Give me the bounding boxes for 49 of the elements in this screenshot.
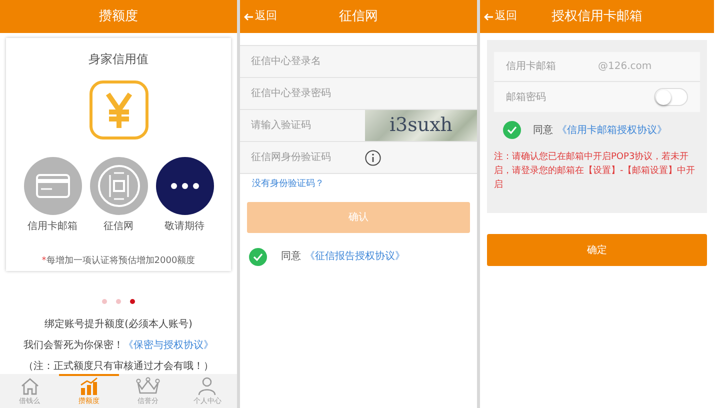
page-title: 征信网	[339, 8, 378, 26]
form-row[interactable]: 征信中心登录密码	[240, 77, 477, 109]
input-field[interactable]: 征信中心登录密码	[240, 78, 365, 109]
field-label: 信用卡邮箱	[506, 60, 557, 74]
notice-text: （注：正式额度只有审核通过才会有哦！）	[22, 360, 214, 374]
field-label: 邮箱密码	[506, 90, 546, 104]
bar-chart-icon	[78, 377, 99, 396]
person-icon	[197, 377, 218, 396]
agree-label: 同意	[281, 250, 301, 264]
back-arrow-icon	[244, 12, 253, 20]
agree-label: 同意	[533, 124, 553, 138]
info-icon[interactable]	[365, 150, 381, 166]
captcha-image[interactable]: i3suxh	[365, 110, 477, 141]
email-field[interactable]: @126.com	[598, 59, 688, 74]
credit-card-icon[interactable]	[24, 157, 82, 215]
source-label: 征信网	[104, 220, 134, 234]
captcha-text: i3suxh	[389, 113, 453, 138]
card-note: 每增加一项认证将预估增加2000额度	[46, 255, 196, 268]
back-button[interactable]: 返回	[484, 0, 517, 33]
input-field[interactable]: 征信中心登录名	[240, 46, 365, 77]
crown-icon	[136, 377, 160, 396]
home-icon	[20, 377, 40, 396]
input-field[interactable]: 请输入验证码	[240, 110, 365, 141]
form-row[interactable]: 征信中心登录名	[240, 45, 477, 77]
form-row[interactable]: 征信网身份验证码	[240, 141, 477, 173]
source-label: 敬请期待	[164, 220, 204, 234]
back-arrow-icon	[484, 12, 493, 20]
privacy-text: 我们会誓死为你保密！	[24, 338, 124, 354]
toggle-switch[interactable]	[654, 88, 688, 106]
help-link[interactable]: 没有身份验证码？	[252, 178, 477, 192]
source-label: 信用卡邮箱	[28, 220, 78, 234]
agreement-link[interactable]: 《信用卡邮箱授权协议》	[557, 122, 667, 138]
page-title: 授权信用卡邮箱	[552, 8, 642, 26]
more-icon[interactable]	[156, 157, 214, 215]
privacy-link[interactable]: 《保密与授权协议》	[124, 338, 214, 354]
back-button[interactable]: 返回	[244, 0, 277, 33]
checkbox[interactable]	[249, 248, 267, 266]
form-row[interactable]: 请输入验证码 i3suxh	[240, 109, 477, 141]
yen-icon	[88, 80, 148, 140]
confirm-button[interactable]: 确定	[487, 234, 707, 266]
card-heading: 身家信用值	[88, 51, 148, 68]
input-field[interactable]: 征信网身份验证码	[240, 142, 365, 173]
seal-icon[interactable]	[90, 157, 148, 215]
agreement-link[interactable]: 《征信报告授权协议》	[305, 249, 405, 264]
checkbox[interactable]	[503, 121, 521, 139]
bind-text: 绑定账号提升额度(必须本人账号)	[44, 318, 194, 332]
asterisk: *	[42, 255, 46, 268]
warning-text: 注：请确认您已在邮箱中开启POP3协议，若未开启，请登录您的邮箱在【设置】-【邮箱设置】中开启	[494, 150, 696, 192]
page-title: 攒额度	[99, 8, 138, 26]
